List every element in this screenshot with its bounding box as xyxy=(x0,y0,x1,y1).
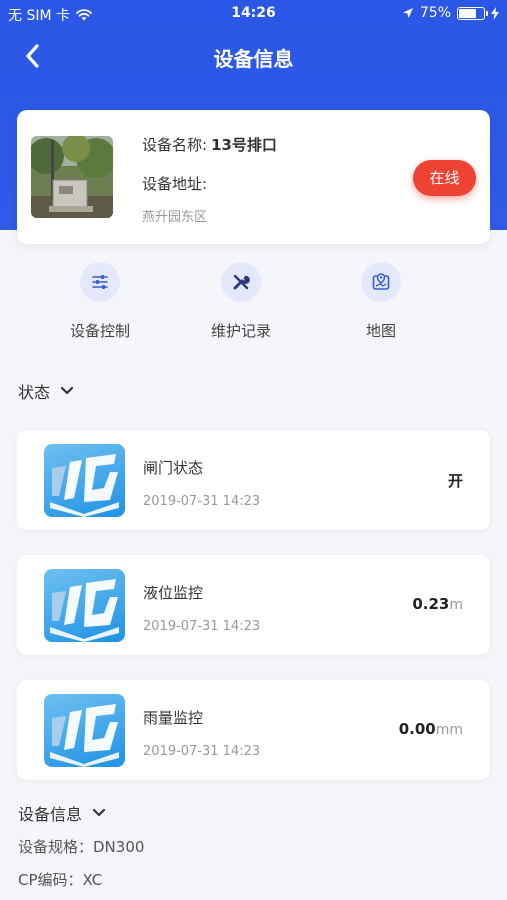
chevron-down-icon xyxy=(60,386,74,395)
item-name: 闸门状态 xyxy=(143,459,204,477)
page-title: 设备信息 xyxy=(213,47,294,71)
device-control-button[interactable]: 设备控制 xyxy=(40,260,160,341)
item-value-unit: m xyxy=(449,597,463,613)
device-name-row: 设备名称: 13号排口 xyxy=(142,134,277,155)
device-name-label: 设备名称: xyxy=(142,136,208,154)
battery-percent: 75% xyxy=(419,5,451,21)
status-bar: 无 SIM 卡 14:26 75% xyxy=(0,0,507,28)
cp-code: CP编码：XC xyxy=(18,871,103,889)
maintenance-record-label: 维护记录 xyxy=(210,322,271,340)
item-value: 0.23m xyxy=(412,595,463,613)
location-arrow-icon xyxy=(402,8,413,18)
map-label: 地图 xyxy=(365,322,396,340)
status-section-title: 状态 xyxy=(18,383,51,402)
status-item-rainfall[interactable]: 雨量监控 2019-07-31 14:23 0.00mm xyxy=(17,680,490,780)
item-value: 开 xyxy=(448,470,463,491)
charging-icon xyxy=(491,6,499,20)
map-icon xyxy=(372,273,390,290)
wrench-icon-circle xyxy=(221,262,261,302)
item-value-number: 0.23 xyxy=(412,595,450,613)
device-photo xyxy=(31,136,113,218)
device-name-value: 13号排口 xyxy=(211,136,277,154)
wrench-icon xyxy=(233,274,250,290)
device-info: 设备名称: 13号排口 设备地址: 燕升园东区 xyxy=(142,134,277,225)
item-value-number: 0.00 xyxy=(398,720,436,738)
battery-icon xyxy=(457,6,488,20)
item-time: 2019-07-31 14:23 xyxy=(143,619,261,634)
item-time: 2019-07-31 14:23 xyxy=(143,744,261,759)
device-address-label: 设备地址: xyxy=(142,175,208,193)
hanwei-logo-icon xyxy=(44,444,125,517)
status-section-toggle[interactable]: 状态 xyxy=(18,379,74,403)
hanwei-logo-icon xyxy=(44,569,125,642)
battery-fill xyxy=(459,8,476,18)
device-address-value: 燕升园东区 xyxy=(142,210,208,225)
chevron-down-icon xyxy=(92,808,106,817)
maintenance-record-button[interactable]: 维护记录 xyxy=(181,260,301,341)
action-bar: 设备控制 维护记录 地图 xyxy=(0,260,507,350)
device-spec: 设备规格：DN300 xyxy=(18,838,145,856)
device-control-label: 设备控制 xyxy=(69,322,130,340)
navigation-bar: 设备信息 xyxy=(0,28,507,84)
item-value-number: 开 xyxy=(447,472,463,490)
item-value: 0.00mm xyxy=(399,720,463,738)
hanwei-logo-icon xyxy=(44,694,125,767)
device-card: 设备名称: 13号排口 设备地址: 燕升园东区 在线 xyxy=(17,110,490,244)
map-icon-circle xyxy=(361,262,401,302)
sliders-icon-circle xyxy=(80,262,120,302)
map-button[interactable]: 地图 xyxy=(321,260,441,341)
item-name: 雨量监控 xyxy=(143,709,204,727)
item-name: 液位监控 xyxy=(143,584,204,602)
status-item-gate[interactable]: 闸门状态 2019-07-31 14:23 开 xyxy=(17,430,490,530)
device-info-section-toggle[interactable]: 设备信息 xyxy=(18,801,106,825)
status-item-liquid-level[interactable]: 液位监控 2019-07-31 14:23 0.23m xyxy=(17,555,490,655)
sliders-icon xyxy=(92,275,108,289)
device-address-row: 设备地址: xyxy=(142,173,277,194)
item-time: 2019-07-31 14:23 xyxy=(143,494,261,509)
online-status-badge: 在线 xyxy=(413,160,476,196)
item-value-unit: mm xyxy=(435,722,463,738)
device-info-section-title: 设备信息 xyxy=(18,805,83,824)
